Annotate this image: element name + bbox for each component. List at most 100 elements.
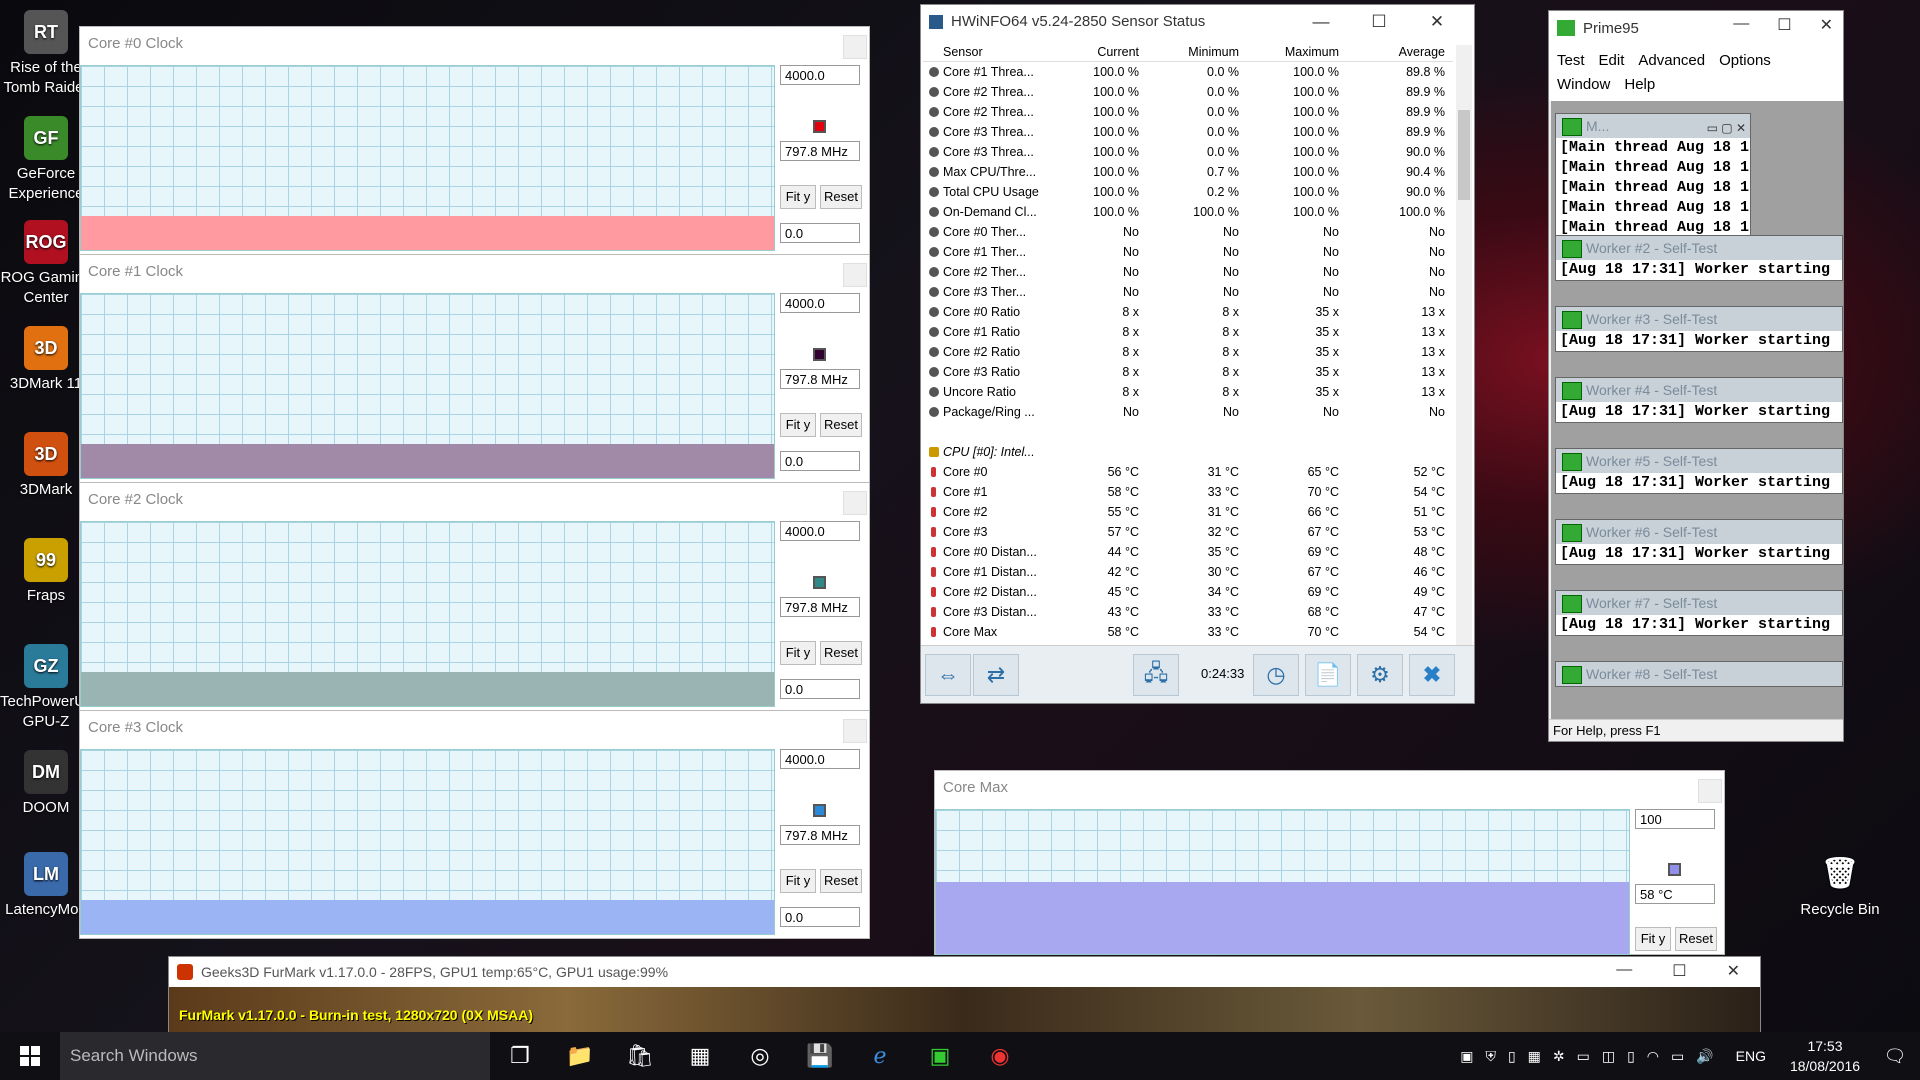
edge-icon[interactable]: ℯ	[850, 1032, 910, 1080]
table-row[interactable]: Core #1 Distan... 42 °C 30 °C 67 °C 46 °C	[923, 562, 1453, 582]
graph-min-field[interactable]: 0.0	[780, 223, 860, 243]
clock-icon[interactable]: ◷	[1253, 654, 1299, 696]
worker-titlebar[interactable]: Worker #6 - Self-Test	[1556, 520, 1842, 544]
table-row[interactable]: Core #3 Ratio 8 x 8 x 35 x 13 x	[923, 362, 1453, 382]
maximize-button[interactable]: ☐	[1672, 961, 1686, 981]
group-row[interactable]: CPU [#0]: Intel...	[923, 442, 1453, 462]
worker-titlebar[interactable]: Worker #5 - Self-Test	[1556, 449, 1842, 473]
fit-y-button[interactable]: Fit y	[780, 185, 816, 209]
fit-y-button[interactable]: Fit y	[780, 641, 816, 665]
graph-close-button[interactable]	[843, 719, 867, 743]
minimize-button[interactable]: —	[1733, 15, 1749, 35]
recycle-bin-icon[interactable]: 🗑 Recycle Bin	[1794, 852, 1886, 920]
language-indicator[interactable]: ENG	[1736, 1048, 1766, 1064]
graph-min-field[interactable]: 0.0	[780, 907, 860, 927]
close-button[interactable]: ✕	[1727, 961, 1740, 981]
minimize-button[interactable]: —	[1616, 961, 1632, 981]
core-max-color-swatch[interactable]	[1668, 863, 1681, 876]
graph-color-swatch[interactable]	[813, 348, 826, 361]
graph-close-button[interactable]	[843, 491, 867, 515]
graph-color-swatch[interactable]	[813, 120, 826, 133]
prime95-titlebar[interactable]: Prime95 — ☐ ✕	[1549, 11, 1843, 45]
graph-max-field[interactable]: 4000.0	[780, 293, 860, 313]
table-row[interactable]: Uncore Ratio 8 x 8 x 35 x 13 x	[923, 382, 1453, 402]
worker-window[interactable]: Worker #3 - Self-Test [Aug 18 17:31] Work…	[1555, 306, 1843, 352]
column-header[interactable]: Average	[1347, 42, 1453, 61]
menu-item[interactable]: Advanced	[1638, 52, 1705, 69]
graph-color-swatch[interactable]	[813, 576, 826, 589]
table-row[interactable]: Core #3 Distan... 43 °C 33 °C 68 °C 47 °C	[923, 602, 1453, 622]
clock-graph-window[interactable]: Core #3 Clock 4000.0 797.8 MHz Fit y Reset 0.…	[79, 710, 870, 939]
menu-item[interactable]: Test	[1557, 52, 1585, 69]
sensor-scrollbar[interactable]	[1456, 45, 1472, 645]
reset-button[interactable]: Reset	[820, 413, 862, 437]
reset-button[interactable]: Reset	[820, 185, 862, 209]
sensor-table[interactable]: Sensor Current Minimum Maximum Average Core #…	[923, 42, 1453, 646]
hwinfo-window[interactable]: HWiNFO64 v5.24-2850 Sensor Status — ☐ ✕ …	[920, 4, 1475, 704]
worker-window[interactable]: Worker #8 - Self-Test	[1555, 661, 1843, 687]
worker-window[interactable]: Worker #5 - Self-Test [Aug 18 17:31] Work…	[1555, 448, 1843, 494]
graph-max-field[interactable]: 4000.0	[780, 65, 860, 85]
furmark-taskbar-icon[interactable]: ◉	[970, 1032, 1030, 1080]
hwinfo-taskbar-icon[interactable]: ▦	[670, 1032, 730, 1080]
worker-window[interactable]: Worker #2 - Self-Test [Aug 18 17:31] Work…	[1555, 235, 1843, 281]
clock[interactable]: 17:53 18/08/2016	[1780, 1036, 1870, 1076]
table-row[interactable]: Core #0 Ratio 8 x 8 x 35 x 13 x	[923, 302, 1453, 322]
maximize-button[interactable]: ☐	[1777, 15, 1791, 35]
graph-close-button[interactable]	[843, 263, 867, 287]
menu-item[interactable]: Options	[1719, 52, 1771, 69]
table-row[interactable]: Core #1 Threa... 100.0 % 0.0 % 100.0 % 89.8 …	[923, 62, 1453, 82]
close-x-icon[interactable]: ✖	[1409, 654, 1455, 696]
main-thread-titlebar[interactable]: M... ▭ ▢ ✕	[1556, 114, 1750, 138]
mdi-buttons[interactable]: ▭ ▢ ✕	[1707, 116, 1746, 140]
table-row[interactable]: Core #2 55 °C 31 °C 66 °C 51 °C	[923, 502, 1453, 522]
table-row[interactable]: Package/Ring ... No No No No	[923, 402, 1453, 422]
search-box[interactable]: Search Windows	[60, 1032, 490, 1080]
core-max-window[interactable]: Core Max 100 58 °C Fit y Reset	[934, 770, 1725, 955]
clock-graph-window[interactable]: Core #2 Clock 4000.0 797.8 MHz Fit y Reset 0.…	[79, 482, 870, 711]
file-explorer-icon[interactable]: 📁	[550, 1032, 610, 1080]
reset-button[interactable]: Reset	[820, 869, 862, 893]
table-row[interactable]: Core #2 Ratio 8 x 8 x 35 x 13 x	[923, 342, 1453, 362]
column-header[interactable]: Minimum	[1147, 42, 1247, 61]
worker-titlebar[interactable]: Worker #3 - Self-Test	[1556, 307, 1842, 331]
minimize-button[interactable]: —	[1292, 9, 1350, 35]
worker-window[interactable]: Worker #4 - Self-Test [Aug 18 17:31] Work…	[1555, 377, 1843, 423]
worker-titlebar[interactable]: Worker #4 - Self-Test	[1556, 378, 1842, 402]
network-icon[interactable]: 🖧	[1133, 654, 1179, 696]
table-row[interactable]: Core #1 58 °C 33 °C 70 °C 54 °C	[923, 482, 1453, 502]
column-header[interactable]: Maximum	[1247, 42, 1347, 61]
scrollbar-thumb[interactable]	[1458, 110, 1470, 200]
prime95-window[interactable]: Prime95 — ☐ ✕ Test Edit Advanced Options Win…	[1548, 10, 1844, 742]
close-button[interactable]: ✕	[1408, 9, 1466, 35]
worker-window[interactable]: Worker #6 - Self-Test [Aug 18 17:31] Work…	[1555, 519, 1843, 565]
app-taskbar-icon[interactable]: ◎	[730, 1032, 790, 1080]
furmark-titlebar[interactable]: Geeks3D FurMark v1.17.0.0 - 28FPS, GPU1 …	[169, 957, 1760, 987]
worker-window[interactable]: Worker #7 - Self-Test [Aug 18 17:31] Work…	[1555, 590, 1843, 636]
table-row[interactable]: Total CPU Usage 100.0 % 0.2 % 100.0 % 90.0 %	[923, 182, 1453, 202]
save-taskbar-icon[interactable]: 💾	[790, 1032, 850, 1080]
table-row[interactable]: Core #3 Threa... 100.0 % 0.0 % 100.0 % 90.0 …	[923, 142, 1453, 162]
table-row[interactable]: Core #0 Ther... No No No No	[923, 222, 1453, 242]
table-row[interactable]: Core #2 Ther... No No No No	[923, 262, 1453, 282]
add-report-icon[interactable]: 📄	[1305, 654, 1351, 696]
worker-titlebar[interactable]: Worker #7 - Self-Test	[1556, 591, 1842, 615]
reset-button[interactable]: Reset	[820, 641, 862, 665]
graph-max-field[interactable]: 4000.0	[780, 521, 860, 541]
expand-arrows-icon[interactable]: ⇔	[925, 654, 971, 696]
column-header[interactable]: Sensor	[923, 42, 1047, 61]
notification-icon[interactable]: 🗨	[1870, 1046, 1920, 1067]
task-view-icon[interactable]: ❐	[490, 1032, 550, 1080]
close-button[interactable]: ✕	[1820, 15, 1833, 35]
clock-graph-window[interactable]: Core #1 Clock 4000.0 797.8 MHz Fit y Reset 0.…	[79, 254, 870, 483]
menu-item[interactable]: Help	[1624, 76, 1655, 93]
graph-min-field[interactable]: 0.0	[780, 679, 860, 699]
table-row[interactable]: Core #3 57 °C 32 °C 67 °C 53 °C	[923, 522, 1453, 542]
graph-close-button[interactable]	[843, 35, 867, 59]
core-max-close-button[interactable]	[1698, 779, 1722, 803]
table-row[interactable]: Max CPU/Thre... 100.0 % 0.7 % 100.0 % 90.4 %	[923, 162, 1453, 182]
clock-graph-window[interactable]: Core #0 Clock 4000.0 797.8 MHz Fit y Reset 0.…	[79, 26, 870, 255]
core-max-reset-button[interactable]: Reset	[1675, 927, 1717, 951]
worker-titlebar[interactable]: Worker #2 - Self-Test	[1556, 236, 1842, 260]
prime95-taskbar-icon[interactable]: ▣	[910, 1032, 970, 1080]
